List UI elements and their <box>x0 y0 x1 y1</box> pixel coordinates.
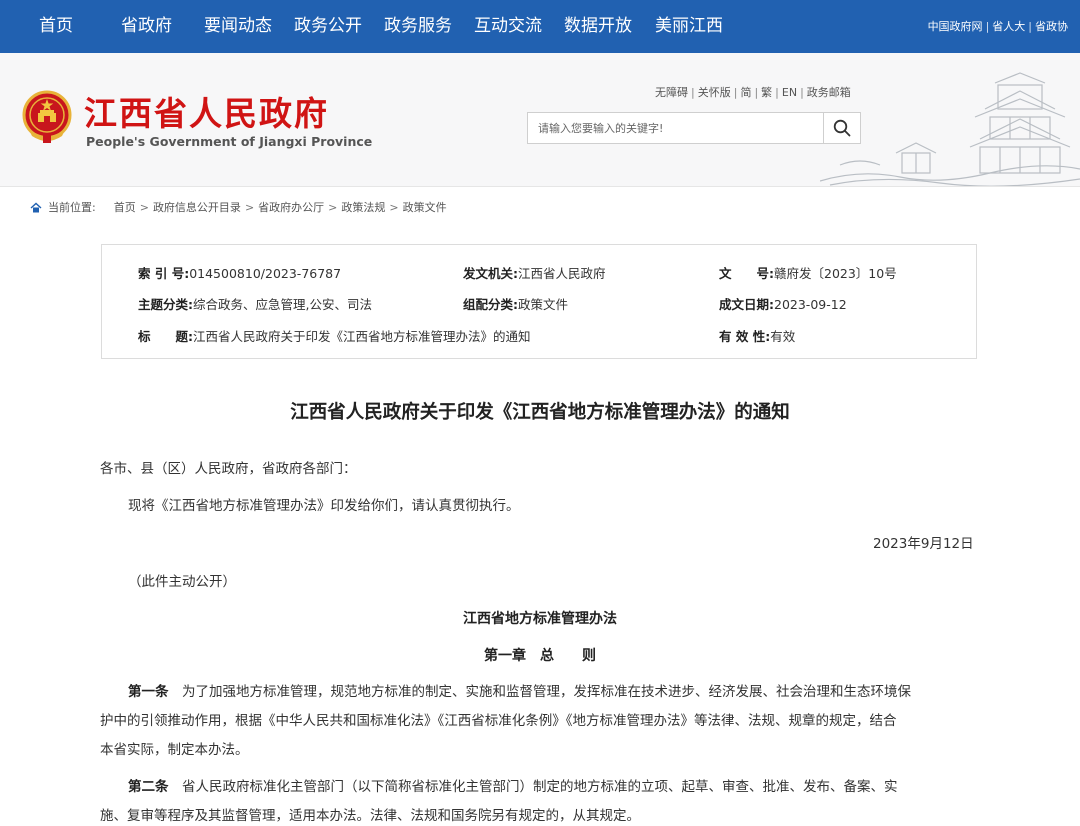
top-right-links: 中国政府网 | 省人大 | 省政协 <box>928 0 1068 53</box>
link-traditional[interactable]: 繁 <box>761 86 772 99</box>
link-provincial-congress[interactable]: 省人大 <box>992 20 1025 33</box>
article-1: 第一条 为了加强地方标准管理，规范地方标准的制定、实施和监督管理，发挥标准在技术… <box>100 678 980 765</box>
search-box <box>527 112 861 144</box>
search-input[interactable] <box>528 113 824 143</box>
link-english[interactable]: EN <box>782 86 797 99</box>
separator: | <box>733 86 738 99</box>
document-public-note: （此件主动公开） <box>128 574 236 590</box>
article-2: 第二条 省人民政府标准化主管部门（以下简称省标准化主管部门）制定的地方标准的立项… <box>100 773 980 826</box>
chapter-title: 第一章 总 则 <box>484 648 596 664</box>
nav-item-gov-open[interactable]: 政务公开 <box>294 0 362 53</box>
document-date: 2023年9月12日 <box>873 536 974 552</box>
breadcrumb-separator: > <box>244 200 255 214</box>
article-2-line: 第二条 省人民政府标准化主管部门（以下简称省标准化主管部门）制定的地方标准的立项… <box>128 779 898 795</box>
breadcrumb-label: 当前位置: <box>48 201 96 214</box>
meta-validity: 有 效 性:有效 <box>719 329 796 344</box>
nav-item-news[interactable]: 要闻动态 <box>204 0 272 53</box>
breadcrumb: 当前位置: 首页 > 政府信息公开目录 > 省政府办公厅 > 政策法规 > 政策文件 <box>30 199 447 215</box>
separator: | <box>754 86 759 99</box>
tengwang-pavilion-illustration <box>820 72 1080 186</box>
measures-title: 江西省地方标准管理办法 <box>463 611 617 627</box>
breadcrumb-separator: > <box>389 200 399 214</box>
separator: | <box>775 86 779 99</box>
meta-written-date: 成文日期:2023-09-12 <box>719 297 847 312</box>
breadcrumb-item-info-catalog[interactable]: 政府信息公开目录 <box>153 199 241 215</box>
article-1-line: 护中的引领推动作用，根据《中华人民共和国标准化法》《江西省标准化条例》《地方标准… <box>100 713 897 729</box>
link-accessibility[interactable]: 无障碍 <box>655 86 688 99</box>
meta-topic-category: 主题分类:综合政务、应急管理,公安、司法 <box>138 297 372 312</box>
article-1-line: 第一条 为了加强地方标准管理，规范地方标准的制定、实施和监督管理，发挥标准在技术… <box>128 684 911 700</box>
home-icon <box>30 202 42 212</box>
breadcrumb-separator: > <box>139 200 149 214</box>
meta-issuer: 发文机关:江西省人民政府 <box>463 266 606 281</box>
nav-item-home[interactable]: 首页 <box>39 0 73 53</box>
nav-item-interaction[interactable]: 互动交流 <box>474 0 542 53</box>
separator: | <box>691 86 695 99</box>
meta-title: 标 题:江西省人民政府关于印发《江西省地方标准管理办法》的通知 <box>138 329 531 344</box>
national-emblem-icon[interactable] <box>22 90 72 144</box>
nav-item-gov-service[interactable]: 政务服务 <box>384 0 452 53</box>
breadcrumb-separator: > <box>328 200 338 214</box>
nav-item-province-gov[interactable]: 省政府 <box>121 0 172 53</box>
meta-document-number: 文 号:赣府发〔2023〕10号 <box>719 266 897 281</box>
breadcrumb-item-home[interactable]: 首页 <box>114 199 136 215</box>
article-1-label: 第一条 <box>128 684 169 700</box>
separator: | <box>800 86 804 99</box>
link-provincial-cppcc[interactable]: 省政协 <box>1035 20 1068 33</box>
meta-index-number: 索 引 号:014500810/2023-76787 <box>138 266 342 281</box>
site-title[interactable]: 江西省人民政府 <box>84 87 329 135</box>
meta-genre-category: 组配分类:政策文件 <box>463 297 569 312</box>
article-2-line: 施、复审等程序及其监督管理，适用本办法。法律、法规和国务院另有规定的，从其规定。 <box>100 808 640 824</box>
document-title: 江西省人民政府关于印发《江西省地方标准管理办法》的通知 <box>290 402 790 423</box>
article-2-label: 第二条 <box>128 779 169 795</box>
site-header: 江西省人民政府 People's Government of Jiangxi P… <box>0 53 1080 187</box>
breadcrumb-item-general-office[interactable]: 省政府办公厅 <box>258 199 324 215</box>
nav-item-beautiful-jiangxi[interactable]: 美丽江西 <box>655 0 723 53</box>
link-china-gov[interactable]: 中国政府网 <box>928 20 983 33</box>
document-intro: 现将《江西省地方标准管理办法》印发给你们，请认真贯彻执行。 <box>128 498 520 514</box>
breadcrumb-item-policy-documents[interactable]: 政策文件 <box>403 199 447 215</box>
separator: | <box>985 20 990 33</box>
document-salutation: 各市、县（区）人民政府，省政府各部门： <box>100 461 357 477</box>
top-nav: 首页 省政府 要闻动态 政务公开 政务服务 互动交流 数据开放 美丽江西 中国政… <box>0 0 1080 53</box>
nav-item-open-data[interactable]: 数据开放 <box>564 0 632 53</box>
link-care-version[interactable]: 关怀版 <box>698 86 731 99</box>
site-subtitle: People's Government of Jiangxi Province <box>86 134 373 149</box>
separator: | <box>1028 20 1032 33</box>
breadcrumb-item-policy-regulations[interactable]: 政策法规 <box>341 199 385 215</box>
document-meta-box: 索 引 号:014500810/2023-76787 发文机关:江西省人民政府 … <box>101 244 977 359</box>
article-1-line: 本省实际，制定本办法。 <box>100 742 249 758</box>
link-simplified[interactable]: 简 <box>740 86 751 99</box>
